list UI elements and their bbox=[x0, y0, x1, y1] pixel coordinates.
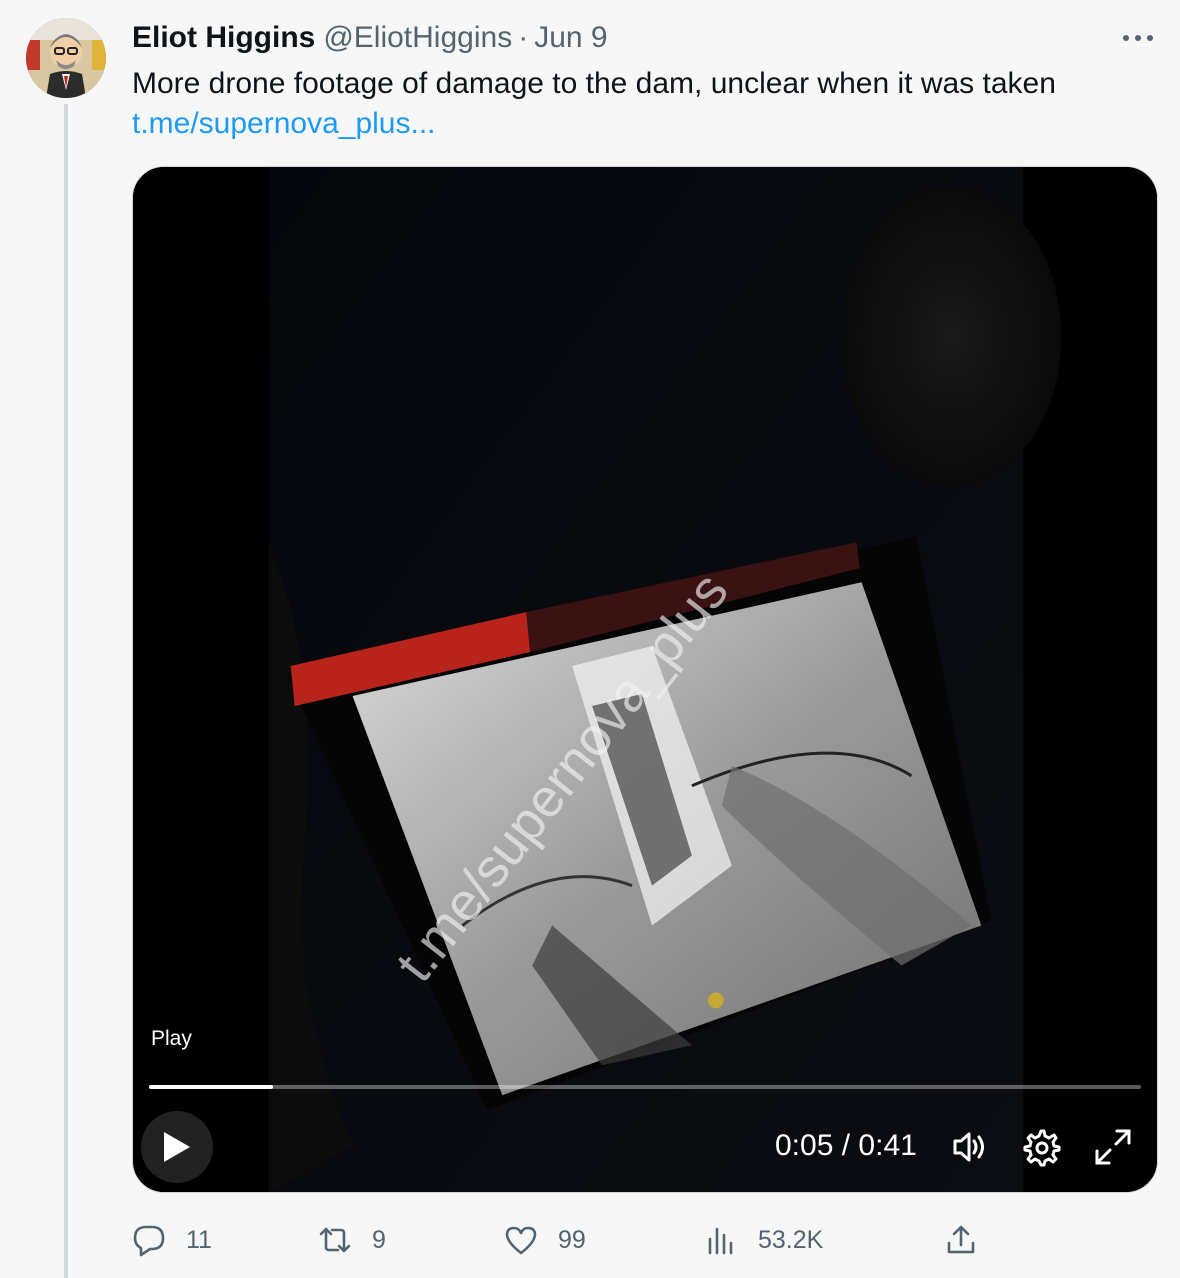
share-button[interactable] bbox=[944, 1218, 978, 1262]
views-button[interactable]: 53.2K bbox=[704, 1218, 823, 1262]
author-name[interactable]: Eliot Higgins bbox=[132, 21, 315, 55]
tweet-date[interactable]: Jun 9 bbox=[534, 21, 607, 55]
view-count: 53.2K bbox=[758, 1225, 824, 1254]
video-still: t.me/supernova_plus bbox=[133, 167, 1157, 1192]
video-duration: 0:41 bbox=[858, 1129, 917, 1162]
time-separator: / bbox=[841, 1129, 851, 1162]
reply-button[interactable]: 11 bbox=[132, 1218, 212, 1262]
reply-count: 11 bbox=[186, 1225, 212, 1254]
tweet-header: Eliot Higgins @EliotHiggins · Jun 9 bbox=[132, 20, 608, 56]
tweet-text: More drone footage of damage to the dam,… bbox=[132, 64, 1152, 144]
video-frame[interactable]: t.me/supernova_plus bbox=[133, 167, 1157, 1192]
fullscreen-icon bbox=[1095, 1129, 1131, 1165]
header-separator: · bbox=[518, 21, 529, 54]
gear-icon bbox=[1023, 1129, 1061, 1167]
tweet-link[interactable]: t.me/supernova_plus... bbox=[132, 104, 1152, 144]
volume-button[interactable] bbox=[947, 1125, 991, 1169]
avatar-image bbox=[26, 18, 106, 98]
share-icon bbox=[947, 1225, 975, 1254]
play-tooltip: Play bbox=[151, 1027, 192, 1050]
analytics-icon bbox=[708, 1227, 733, 1255]
author-handle[interactable]: @EliotHiggins bbox=[323, 21, 512, 55]
thread-line bbox=[64, 104, 68, 1278]
video-progress-fill bbox=[149, 1085, 273, 1089]
like-button[interactable]: 99 bbox=[504, 1218, 586, 1262]
retweet-count: 9 bbox=[372, 1225, 386, 1254]
volume-icon bbox=[953, 1132, 984, 1162]
play-button[interactable] bbox=[141, 1111, 213, 1183]
tweet-actions: 11 9 99 53.2K bbox=[132, 1218, 1158, 1262]
more-dots-icon bbox=[1123, 35, 1153, 41]
current-time: 0:05 bbox=[775, 1129, 834, 1162]
avatar[interactable] bbox=[26, 18, 106, 98]
heart-icon bbox=[505, 1226, 537, 1255]
settings-button[interactable] bbox=[1019, 1125, 1063, 1169]
play-icon bbox=[164, 1132, 190, 1162]
retweet-button[interactable]: 9 bbox=[318, 1218, 386, 1262]
like-count: 99 bbox=[558, 1225, 586, 1254]
fullscreen-button[interactable] bbox=[1091, 1125, 1135, 1169]
more-options-icon[interactable] bbox=[1118, 22, 1158, 54]
video-progress-bar[interactable] bbox=[149, 1085, 1141, 1089]
tweet-body: More drone footage of damage to the dam,… bbox=[132, 67, 1056, 100]
video-time: 0:05 / 0:41 bbox=[775, 1129, 917, 1163]
retweet-icon bbox=[319, 1227, 351, 1253]
reply-icon bbox=[133, 1225, 165, 1257]
video-player[interactable]: t.me/supernova_plus Play 0:05 / 0:41 bbox=[132, 166, 1158, 1193]
